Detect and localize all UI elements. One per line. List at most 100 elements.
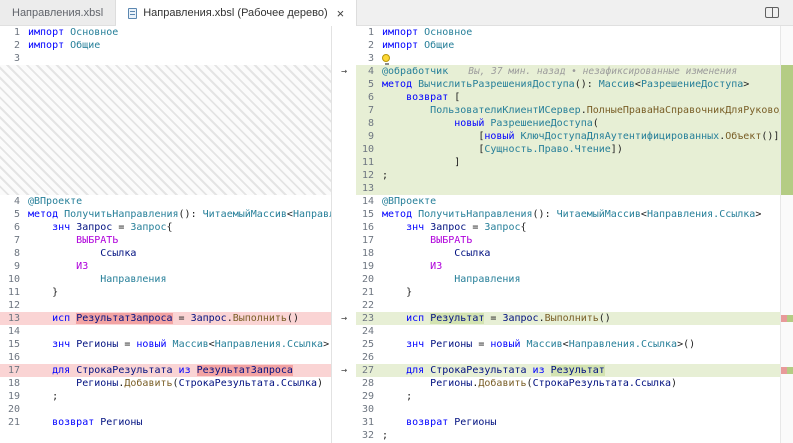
editor-line: →23 исп Результат = Запрос.Выполнить() [332,312,780,325]
code-line[interactable]: ; [374,429,780,442]
diff-margin [332,299,356,312]
code-line[interactable] [374,351,780,364]
code-line[interactable]: знч Регионы = новый Массив<Направления.С… [20,338,331,351]
code-line[interactable] [20,52,331,65]
code-line[interactable]: новый РазрешениеДоступа( [374,117,780,130]
code-line[interactable]: ; [20,390,331,403]
diff-margin [332,143,356,156]
code-line[interactable]: знч Запрос = Запрос{ [20,221,331,234]
code-token: РезультатЗапроса [197,365,293,376]
code-line[interactable]: импорт Основное [374,26,780,39]
code-line[interactable] [374,403,780,416]
code-line[interactable]: ПользователиКлиентИСервер.ПолныеПраваНаС… [374,104,780,117]
code-line[interactable]: метод ВычислитьРазрешенияДоступа(): Масс… [374,78,780,91]
code-line[interactable]: ; [374,169,780,182]
code-line[interactable]: знч Регионы = новый Массив<Направления.С… [374,338,780,351]
code-line[interactable]: ] [374,156,780,169]
line-number: 27 [356,364,374,377]
close-icon[interactable]: × [337,7,345,20]
code-line[interactable]: исп РезультатЗапроса = Запрос.Выполнить(… [20,312,331,325]
diff-overview-mark [787,367,793,374]
code-token: Добавить [478,378,526,389]
editor-pane-modified[interactable]: 1импорт Основное2импорт Общие3→4@обработ… [332,26,780,443]
code-line[interactable]: знч Запрос = Запрос{ [374,221,780,234]
code-line[interactable] [374,52,780,65]
code-token: Массив [599,79,635,90]
code-token: Запрос [76,222,112,233]
line-number: 14 [356,195,374,208]
diff-margin [332,286,356,299]
code-line[interactable]: [Сущность.Право.Чтение]) [374,143,780,156]
revert-change-arrow-icon[interactable]: → [332,312,356,325]
code-line[interactable] [20,403,331,416]
code-line[interactable]: Регионы.Добавить(СтрокаРезультата.Ссылка… [374,377,780,390]
code-line[interactable]: } [20,286,331,299]
code-line[interactable]: возврат Регионы [374,416,780,429]
code-line[interactable] [374,182,780,195]
code-line[interactable]: Направления [374,273,780,286]
code-token: знч [52,222,70,233]
editor-pane-original[interactable]: 1импорт Основное2импорт Общие34@ВПроекте… [0,26,331,443]
code-line[interactable] [20,351,331,364]
code-line[interactable]: ; [374,390,780,403]
code-line[interactable]: исп Результат = Запрос.Выполнить() [374,312,780,325]
revert-change-arrow-icon[interactable]: → [332,65,356,78]
code-line[interactable] [20,325,331,338]
code-line[interactable]: для СтрокаРезультата из Результат [374,364,780,377]
tab-bar: Направления.xbsl Направления.xbsl (Рабоч… [0,0,793,26]
code-token: Ссылка [100,248,136,259]
line-number: 31 [356,416,374,429]
line-number: 18 [0,377,20,390]
code-line[interactable]: для СтрокаРезультата из РезультатЗапроса [20,364,331,377]
code-line[interactable]: Ссылка [20,247,331,260]
code-line[interactable]: метод ПолучитьНаправления(): ЧитаемыйМас… [20,208,331,221]
code-token: возврат [52,417,94,428]
code-token: = [173,313,191,324]
code-line[interactable] [20,299,331,312]
code-token: для [52,365,70,376]
code-line[interactable]: @ВПроекте [374,195,780,208]
tab-file-working-tree[interactable]: Направления.xbsl (Рабочее дерево) × [116,0,357,26]
code-line[interactable]: возврат [ [374,91,780,104]
code-line[interactable]: метод ПолучитьНаправления(): ЧитаемыйМас… [374,208,780,221]
code-line[interactable]: возврат Регионы [20,416,331,429]
code-token: ] [382,157,460,168]
code-line[interactable]: импорт Общие [20,39,331,52]
code-line[interactable] [374,325,780,338]
editor-line: 32; [332,429,780,442]
code-line[interactable]: Регионы.Добавить(СтрокаРезультата.Ссылка… [20,377,331,390]
editor-line: 25 знч Регионы = новый Массив<Направлени… [332,338,780,351]
line-number: 3 [356,52,374,65]
code-line[interactable] [374,299,780,312]
editor-line: 21 } [332,286,780,299]
line-number: 23 [356,312,374,325]
code-line[interactable]: Направления [20,273,331,286]
line-number: 9 [0,260,20,273]
code-line[interactable]: ИЗ [374,260,780,273]
code-line[interactable]: импорт Общие [374,39,780,52]
revert-change-arrow-icon[interactable]: → [332,364,356,377]
code-token: метод [28,209,58,220]
code-token: исп [52,313,70,324]
diff-margin [332,429,356,442]
line-number: 20 [356,273,374,286]
code-line[interactable]: @обработчикВы, 37 мин. назад • незафикси… [374,65,780,78]
line-number: 14 [0,325,20,338]
code-line[interactable]: ИЗ [20,260,331,273]
split-editor-icon[interactable] [765,7,779,18]
code-line[interactable]: импорт Основное [20,26,331,39]
code-token: Запрос [430,222,466,233]
code-token: Массив [173,339,209,350]
code-line[interactable]: Ссылка [374,247,780,260]
code-line[interactable]: @ВПроекте [20,195,331,208]
code-line[interactable]: ВЫБРАТЬ [374,234,780,247]
code-token: [ [382,144,484,155]
editor-line: 28 Регионы.Добавить(СтрокаРезультата.Ссы… [332,377,780,390]
tab-file-original[interactable]: Направления.xbsl [0,0,116,25]
line-number: 22 [356,299,374,312]
lightbulb-icon[interactable] [382,54,390,62]
code-line[interactable]: [новый КлючДоступаДляАутентифицированных… [374,130,780,143]
code-line[interactable]: ВЫБРАТЬ [20,234,331,247]
code-line[interactable]: } [374,286,780,299]
overview-ruler[interactable] [780,26,793,443]
